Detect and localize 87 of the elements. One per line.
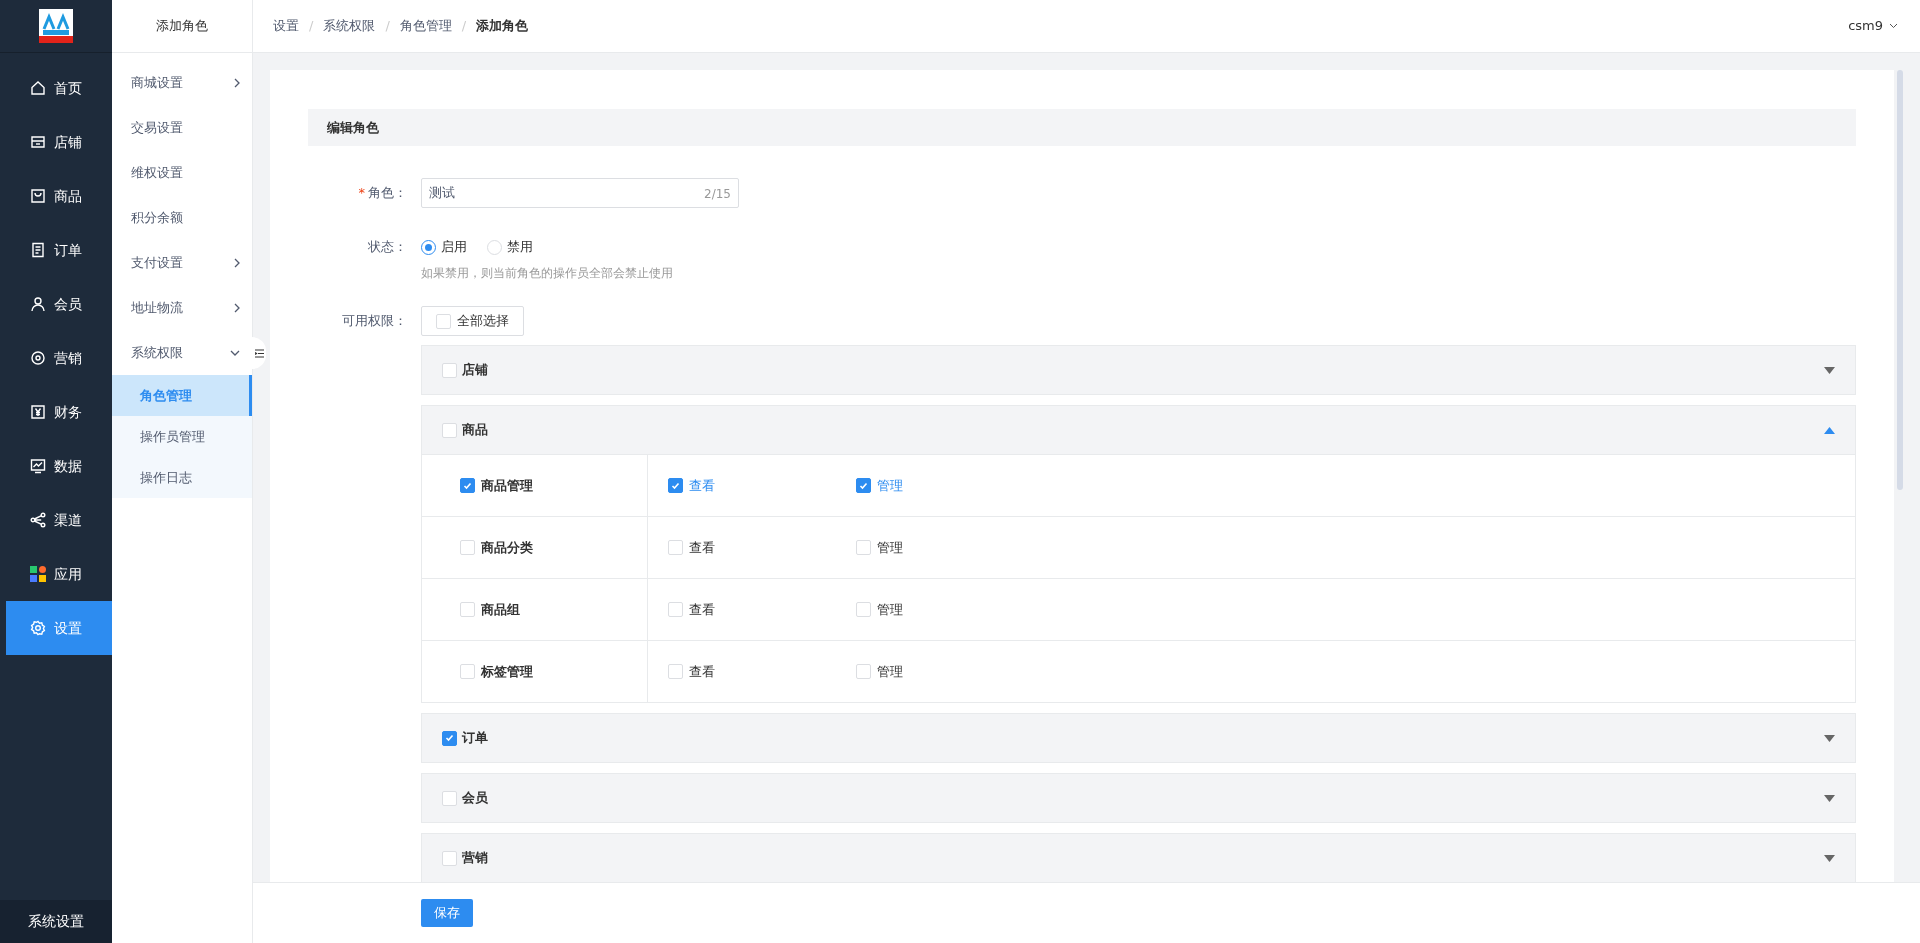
- user-icon: [30, 296, 46, 312]
- permission-label: 商品分类: [481, 538, 533, 557]
- breadcrumb-link[interactable]: 设置: [273, 16, 299, 36]
- action-label: 查看: [689, 600, 715, 619]
- chevron-down-icon: [1889, 23, 1898, 29]
- subnav-item[interactable]: 交易设置: [112, 105, 252, 150]
- action-label: 管理: [877, 476, 903, 495]
- logo-icon: [39, 9, 73, 43]
- subnav-item[interactable]: 维权设置: [112, 150, 252, 195]
- permission-label: 商品组: [481, 600, 520, 619]
- subnav-item[interactable]: 积分余额: [112, 195, 252, 240]
- subnav-subitem[interactable]: 操作员管理: [112, 416, 252, 457]
- breadcrumb-separator: /: [385, 17, 390, 36]
- subnav-item[interactable]: 商城设置: [112, 60, 252, 105]
- radio-option[interactable]: 禁用: [487, 232, 533, 262]
- subnav-title: 添加角色: [112, 0, 252, 53]
- scrollbar[interactable]: [1897, 70, 1903, 490]
- chart-icon: [30, 458, 46, 474]
- subnav-item[interactable]: 系统权限: [112, 330, 252, 375]
- checkbox[interactable]: [856, 478, 871, 493]
- action-label: 管理: [877, 600, 903, 619]
- breadcrumb-separator: /: [309, 17, 314, 36]
- check-icon: [463, 481, 472, 490]
- chevron-right-icon: [234, 257, 240, 268]
- action-label: 查看: [689, 662, 715, 681]
- apps-icon: [30, 566, 46, 582]
- share-icon: [30, 512, 46, 528]
- character-counter: 2/15: [704, 186, 731, 203]
- group-label: 订单: [462, 729, 488, 748]
- checkbox[interactable]: [668, 478, 683, 493]
- group-label: 商品: [462, 421, 488, 440]
- menu-icon: [254, 348, 264, 358]
- nav-item[interactable]: 首页: [6, 61, 112, 115]
- radio-option[interactable]: 启用: [421, 232, 467, 262]
- system-settings-link[interactable]: 系统设置: [0, 900, 112, 943]
- group-label: 店铺: [462, 361, 488, 380]
- check-icon: [445, 734, 454, 742]
- section-title: 编辑角色: [308, 109, 1856, 146]
- chevron-right-icon: [234, 77, 240, 88]
- settings-icon: [30, 620, 46, 636]
- select-all-button[interactable]: 全部选择: [421, 306, 524, 336]
- field-label: * 角色：: [357, 184, 408, 202]
- nav-item[interactable]: 营销: [6, 331, 112, 385]
- action-label: 查看: [689, 538, 715, 557]
- permission-label: 商品管理: [481, 476, 533, 495]
- subnav-subitem[interactable]: 操作日志: [112, 457, 252, 498]
- group-label: 会员: [462, 789, 488, 808]
- bag-icon: [30, 188, 46, 204]
- nav-item[interactable]: 店铺: [6, 115, 112, 169]
- yen-icon: [30, 404, 46, 420]
- breadcrumb-link[interactable]: 角色管理: [399, 16, 452, 36]
- nav-item[interactable]: 渠道: [6, 493, 112, 547]
- accordion-header[interactable]: 店铺: [422, 346, 1855, 394]
- document-icon: [30, 242, 46, 258]
- subnav-item[interactable]: 支付设置: [112, 240, 252, 285]
- field-label: 可用权限：: [341, 312, 408, 330]
- accordion-header[interactable]: 订单: [422, 714, 1855, 762]
- check-icon: [859, 481, 868, 490]
- chevron-right-icon: [234, 302, 240, 313]
- nav-item[interactable]: 订单: [6, 223, 112, 277]
- user-menu[interactable]: csm9: [1848, 16, 1898, 36]
- nav-item[interactable]: 商品: [6, 169, 112, 223]
- check-icon: [671, 481, 680, 490]
- checkbox[interactable]: [442, 730, 457, 746]
- permission-label: 标签管理: [481, 662, 533, 681]
- checkbox[interactable]: [460, 478, 475, 493]
- chevron-down-icon: [230, 349, 240, 356]
- nav-item[interactable]: 财务: [6, 385, 112, 439]
- nav-item[interactable]: 应用: [6, 547, 112, 601]
- action-label: 管理: [877, 538, 903, 557]
- hint-text: 如果禁用，则当前角色的操作员全部会禁止使用: [421, 265, 673, 282]
- nav-item[interactable]: 数据: [6, 439, 112, 493]
- accordion-header[interactable]: 商品: [422, 406, 1855, 454]
- subnav-item[interactable]: 地址物流: [112, 285, 252, 330]
- action-label: 管理: [877, 662, 903, 681]
- accordion-header[interactable]: 会员: [422, 774, 1855, 822]
- shop-icon: [30, 134, 46, 150]
- required-mark: *: [358, 185, 365, 200]
- nav-item[interactable]: 会员: [6, 277, 112, 331]
- breadcrumb-separator: /: [461, 17, 467, 36]
- action-label: 查看: [689, 476, 715, 495]
- field-label: 状态：: [367, 238, 408, 256]
- home-icon: [30, 80, 46, 96]
- accordion-header[interactable]: 营销: [422, 834, 1855, 882]
- group-label: 营销: [462, 849, 488, 868]
- breadcrumb-link[interactable]: 系统权限: [323, 16, 376, 36]
- radio-button[interactable]: [421, 239, 436, 255]
